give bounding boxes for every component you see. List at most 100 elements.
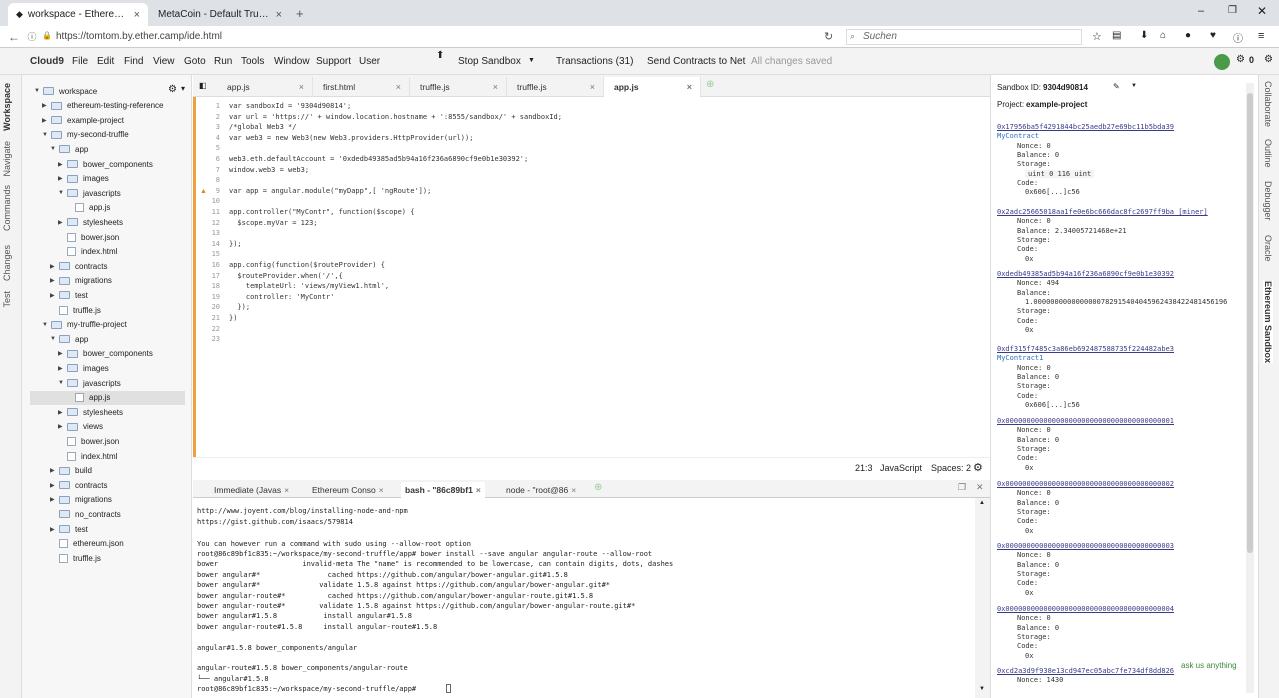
tree-folder[interactable]: ▼ app: [50, 142, 88, 156]
account-address[interactable]: 0x00000000000000000000000000000000000000…: [997, 542, 1174, 550]
terminal[interactable]: http://www.joyent.com/blog/installing-no…: [193, 498, 975, 698]
tab-truffle-js-2[interactable]: truffle.js ×: [507, 77, 604, 97]
tree-folder[interactable]: ▶ migrations: [50, 493, 112, 507]
code-editor[interactable]: ▲ 1 var sandboxId = '9304d90814'; 2 var url…: [193, 97, 990, 457]
restore-icon[interactable]: ❐: [958, 482, 966, 493]
tree-file[interactable]: app.js: [66, 201, 110, 215]
tree-file[interactable]: index.html: [58, 449, 117, 463]
settings-icon[interactable]: ⚙: [973, 461, 983, 474]
download-icon[interactable]: ⬇: [1140, 30, 1148, 41]
close-icon[interactable]: ×: [493, 82, 498, 92]
scroll-up-icon[interactable]: ▲: [979, 500, 985, 506]
menu-user[interactable]: User: [359, 56, 380, 67]
chevron-right-icon[interactable]: ▶: [58, 175, 67, 182]
tab-app-js[interactable]: app.js ×: [217, 77, 313, 97]
tree-file[interactable]: bower.json: [58, 230, 119, 244]
menu-view[interactable]: View: [153, 56, 175, 67]
new-tab-icon[interactable]: +: [296, 6, 304, 21]
tree-file[interactable]: truffle.js: [50, 551, 101, 565]
tree-folder[interactable]: no_contracts: [50, 507, 121, 521]
menu-support[interactable]: Support: [316, 56, 351, 67]
chevron-right-icon[interactable]: ▶: [42, 117, 51, 124]
tree-folder[interactable]: ▼ my-second-truffle: [42, 128, 129, 142]
tab-bash[interactable]: bash - "86c89bf1 ×: [401, 482, 485, 498]
bookmark-star-icon[interactable]: ☆: [1092, 30, 1102, 43]
close-icon[interactable]: ×: [134, 9, 140, 21]
chevron-right-icon[interactable]: ▶: [50, 482, 59, 489]
menu-find[interactable]: Find: [124, 56, 143, 67]
menu-icon[interactable]: ≡: [1258, 30, 1264, 42]
minimize-icon[interactable]: –: [1198, 5, 1204, 17]
tree-folder[interactable]: ▶ images: [58, 172, 109, 186]
chevron-right-icon[interactable]: ▶: [50, 263, 59, 270]
close-icon[interactable]: ×: [476, 485, 481, 495]
tab-truffle-js[interactable]: truffle.js ×: [410, 77, 507, 97]
close-icon[interactable]: ×: [379, 485, 384, 495]
tree-file[interactable]: ethereum.json: [50, 537, 124, 551]
panel-debugger[interactable]: Debugger: [1263, 181, 1273, 221]
chevron-right-icon[interactable]: ▶: [58, 219, 67, 226]
tree-folder[interactable]: ▶ views: [58, 420, 103, 434]
stop-sandbox-button[interactable]: Stop Sandbox: [458, 56, 521, 67]
menu-goto[interactable]: Goto: [184, 56, 206, 67]
add-terminal-icon[interactable]: ⊕: [594, 482, 602, 493]
chevron-down-icon[interactable]: ▼: [42, 322, 51, 328]
chevron-down-icon[interactable]: ▼: [42, 132, 51, 138]
tab-first-html[interactable]: first.html ×: [313, 77, 410, 97]
tree-folder[interactable]: ▶ test: [50, 288, 88, 302]
panel-workspace[interactable]: Workspace: [2, 83, 12, 131]
chevron-right-icon[interactable]: ▶: [58, 409, 67, 416]
menu-tools[interactable]: Tools: [241, 56, 264, 67]
tree-folder[interactable]: ▶ ethereum-testing-reference: [42, 99, 164, 113]
sandbox-scrollbar[interactable]: [1246, 83, 1254, 693]
tree-folder[interactable]: ▶ example-project: [42, 113, 124, 127]
account-address[interactable]: 0x00000000000000000000000000000000000000…: [997, 605, 1174, 613]
close-icon[interactable]: ×: [276, 9, 282, 21]
account-address[interactable]: 0xcd2a3d9f938e13cd947ec05abc7fe734df8dd8…: [997, 667, 1174, 675]
chevron-right-icon[interactable]: ▶: [50, 277, 59, 284]
window-close-icon[interactable]: ✕: [1257, 4, 1267, 18]
chevron-down-icon[interactable]: ▼: [50, 336, 59, 342]
tab-ethereum-console[interactable]: Ethereum Conso ×: [312, 482, 384, 498]
chevron-right-icon[interactable]: ▶: [50, 292, 59, 299]
chevron-right-icon[interactable]: ▶: [58, 350, 67, 357]
chevron-right-icon[interactable]: ▶: [50, 467, 59, 474]
chevron-right-icon[interactable]: ▶: [58, 423, 67, 430]
tree-file[interactable]: app.js: [30, 390, 185, 405]
menu-file[interactable]: File: [72, 56, 88, 67]
reading-list-icon[interactable]: ▤: [1112, 30, 1121, 41]
chevron-down-icon[interactable]: ▼: [34, 88, 43, 94]
add-tab-icon[interactable]: ⊕: [706, 79, 714, 90]
account-address[interactable]: 0x2adc25665018aa1fe0e6bc666dac8fc2697ff9…: [997, 208, 1208, 216]
chevron-right-icon[interactable]: ▶: [42, 102, 51, 109]
tab-node[interactable]: node - "root@86 ×: [506, 482, 576, 498]
close-panel-icon[interactable]: ✕: [976, 482, 984, 493]
panel-oracle[interactable]: Oracle: [1263, 235, 1273, 262]
tree-folder[interactable]: ▼ javascripts: [58, 376, 121, 390]
ask-us-anything[interactable]: ask us anything: [1181, 661, 1237, 670]
close-icon[interactable]: ×: [396, 82, 401, 92]
tree-file[interactable]: bower.json: [58, 434, 119, 448]
panel-test[interactable]: Test: [2, 291, 12, 308]
settings-icon[interactable]: ⚙: [1236, 54, 1245, 65]
tree-folder[interactable]: ▶ migrations: [50, 274, 112, 288]
menu-edit[interactable]: Edit: [97, 56, 114, 67]
account-address[interactable]: 0x17956ba5f4291844bc25aedb27e69bc11b5bda…: [997, 123, 1174, 131]
reload-icon[interactable]: ↻: [824, 30, 833, 43]
scroll-thumb[interactable]: [1247, 93, 1253, 553]
avatar[interactable]: [1214, 54, 1230, 70]
panel-ethereum-sandbox[interactable]: Ethereum Sandbox: [1263, 281, 1273, 364]
tab-immediate[interactable]: Immediate (Javas ×: [214, 482, 289, 498]
tree-folder[interactable]: ▶ images: [58, 361, 109, 375]
tree-folder[interactable]: ▶ contracts: [50, 259, 107, 273]
tab-menu-icon[interactable]: ◧: [199, 81, 207, 90]
chevron-right-icon[interactable]: ▶: [58, 161, 67, 168]
info-icon[interactable]: ⓘ: [22, 30, 42, 43]
tree-folder[interactable]: ▼ javascripts: [58, 186, 121, 200]
account-address[interactable]: 0xdf315f7485c3a86eb692487588735f224482ab…: [997, 345, 1174, 353]
tree-folder[interactable]: ▼ my-truffle-project: [42, 318, 127, 332]
tree-file[interactable]: truffle.js: [50, 303, 101, 317]
tree-file[interactable]: index.html: [58, 245, 117, 259]
dropdown-icon[interactable]: ▼: [528, 57, 535, 64]
panel-outline[interactable]: Outline: [1263, 139, 1273, 168]
